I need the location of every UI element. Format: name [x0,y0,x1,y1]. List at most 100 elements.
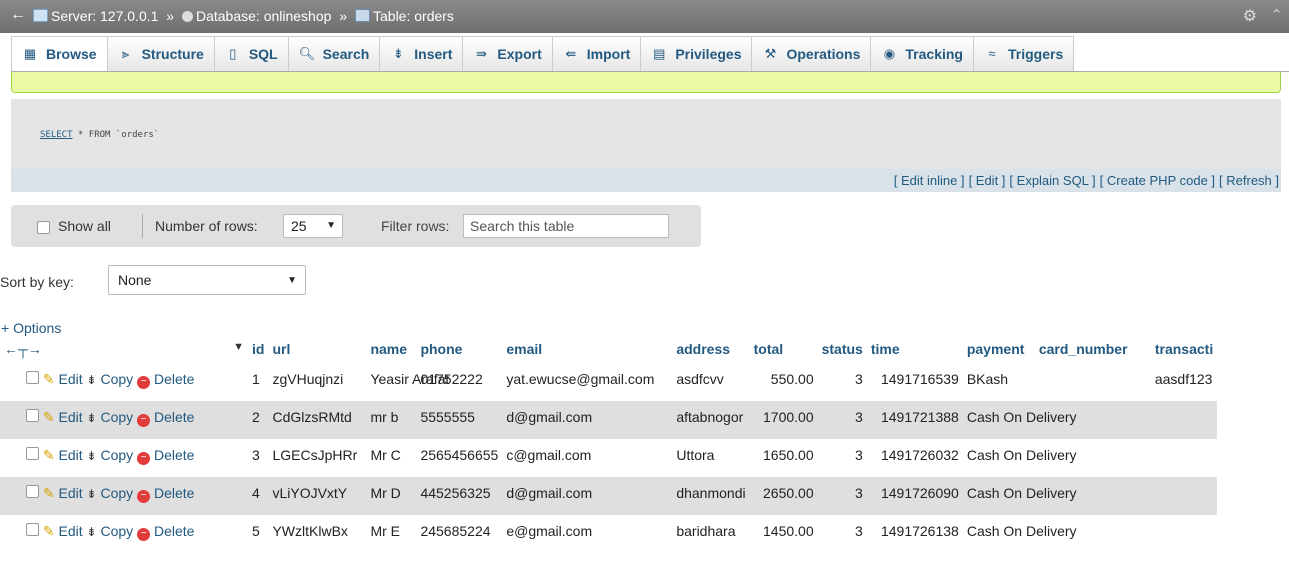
edit-link[interactable]: ✎ Edit [43,485,83,501]
cell-phone[interactable]: 2565456655 [416,439,503,477]
cell-email[interactable]: c@gmail.com [502,439,673,477]
cell-status[interactable]: 3 [817,477,867,515]
breadcrumb-server[interactable]: Server: 127.0.0.1 [51,8,158,24]
row-checkbox[interactable] [26,371,39,384]
back-arrow-icon[interactable]: ← [10,6,26,24]
cell-url[interactable]: YWzltKlwBx [268,515,367,553]
show-all-checkbox[interactable] [37,221,50,234]
sql-action-link[interactable]: [ Edit ] [969,173,1006,188]
cell-address[interactable]: Uttora [672,439,750,477]
show-all-label[interactable]: Show all [58,218,111,234]
cell-address[interactable]: aftabnogor [672,401,750,439]
delete-link[interactable]: − Delete [137,371,194,389]
cell-time[interactable]: 1491721388 [866,401,963,439]
tab-search[interactable]: 🔍︎ Search [287,36,381,71]
sql-keyword-link[interactable]: SELECT [40,130,73,140]
cell-name[interactable]: Mr E [366,515,417,553]
cell-email[interactable]: d@gmail.com [502,401,673,439]
row-checkbox[interactable] [26,447,39,460]
cell-address[interactable]: dhanmondi [672,477,750,515]
cell-id[interactable]: 2 [248,401,269,439]
cell-id[interactable]: 4 [248,477,269,515]
column-header-url[interactable]: url [268,335,366,363]
delete-link[interactable]: − Delete [137,523,194,541]
cell-status[interactable]: 3 [817,401,867,439]
cell-address[interactable]: asdfcvv [672,363,750,401]
options-toggle[interactable]: + Options [1,320,61,336]
cell-id[interactable]: 3 [248,439,269,477]
sql-action-link[interactable]: [ Explain SQL ] [1009,173,1095,188]
delete-link[interactable]: − Delete [137,485,194,503]
cell-id[interactable]: 1 [248,363,269,401]
column-header-total[interactable]: total [750,335,818,363]
cell-time[interactable]: 1491726032 [866,439,963,477]
rows-select[interactable]: 25 ▼ [283,214,343,238]
tab-sql[interactable]: ▯ SQL [213,36,289,71]
cell-id[interactable]: 5 [248,515,269,553]
column-header-transaction[interactable]: transacti [1151,335,1217,363]
cell-phone[interactable]: 245685224 [416,515,503,553]
cell-email[interactable]: d@gmail.com [502,477,673,515]
row-checkbox[interactable] [26,523,39,536]
column-header-id[interactable]: id [248,335,268,363]
cell-url[interactable]: LGECsJpHRr [268,439,367,477]
copy-link[interactable]: ⇟ Copy [87,409,134,425]
cell-transaction[interactable] [1150,401,1218,439]
column-header-payment[interactable]: payment [963,335,1035,363]
cell-payment[interactable]: BKash [962,363,1035,401]
cell-payment[interactable]: Cash On Delivery [962,477,1077,515]
tab-import[interactable]: ⇚ Import [551,36,642,71]
cell-total[interactable]: 1450.00 [749,515,818,553]
column-header-phone[interactable]: phone [416,335,502,363]
cell-phone[interactable]: 01752222 [416,363,503,401]
tab-browse[interactable]: ▦ Browse [11,36,108,71]
breadcrumb-table[interactable]: Table: orders [373,8,454,24]
cell-status[interactable]: 3 [817,439,867,477]
row-checkbox[interactable] [26,409,39,422]
column-header-email[interactable]: email [502,335,672,363]
cell-address[interactable]: baridhara [672,515,750,553]
cell-time[interactable]: 1491716539 [866,363,963,401]
breadcrumb-database[interactable]: Database: onlineshop [196,8,331,24]
cell-payment[interactable]: Cash On Delivery [962,439,1077,477]
cell-status[interactable]: 3 [817,515,867,553]
tab-insert[interactable]: ⇟ Insert [379,36,464,71]
cell-total[interactable]: 1700.00 [749,401,818,439]
tab-tracking[interactable]: ◉ Tracking [870,36,974,71]
cell-phone[interactable]: 5555555 [416,401,503,439]
cell-total[interactable]: 550.00 [749,363,818,401]
delete-link[interactable]: − Delete [137,409,194,427]
row-checkbox[interactable] [26,485,39,498]
copy-link[interactable]: ⇟ Copy [87,485,134,501]
cell-url[interactable]: zgVHuqjnzi [268,363,367,401]
cell-email[interactable]: e@gmail.com [502,515,673,553]
cell-total[interactable]: 1650.00 [749,439,818,477]
copy-link[interactable]: ⇟ Copy [87,523,134,539]
cell-status[interactable]: 3 [817,363,867,401]
tab-triggers[interactable]: ≈ Triggers [972,36,1075,71]
cell-payment[interactable]: Cash On Delivery [962,515,1077,553]
tab-export[interactable]: ⇛ Export [462,36,553,71]
sql-action-link[interactable]: [ Create PHP code ] [1100,173,1215,188]
cell-name[interactable]: mr b [366,401,417,439]
cell-card-number[interactable] [1034,363,1151,401]
edit-link[interactable]: ✎ Edit [43,371,83,387]
cell-transaction[interactable] [1150,515,1218,553]
tab-privileges[interactable]: ▤ Privileges [640,36,753,71]
edit-link[interactable]: ✎ Edit [43,447,83,463]
column-header-status[interactable]: status [818,335,867,363]
cell-name[interactable]: Mr C [366,439,417,477]
edit-link[interactable]: ✎ Edit [43,523,83,539]
column-header-address[interactable]: address [672,335,749,363]
gear-icon[interactable]: ⚙ [1243,6,1257,26]
cell-email[interactable]: yat.ewucse@gmail.com [502,363,673,401]
column-header-name[interactable]: name [366,335,416,363]
cell-name[interactable]: Mr D [366,477,417,515]
sql-action-link[interactable]: [ Refresh ] [1219,173,1279,188]
copy-link[interactable]: ⇟ Copy [87,371,134,387]
cell-total[interactable]: 2650.00 [749,477,818,515]
delete-link[interactable]: − Delete [137,447,194,465]
cell-payment[interactable]: Cash On Delivery [962,401,1077,439]
sort-dropdown-icon[interactable]: ▼ [233,341,244,353]
cell-transaction[interactable] [1150,439,1218,477]
